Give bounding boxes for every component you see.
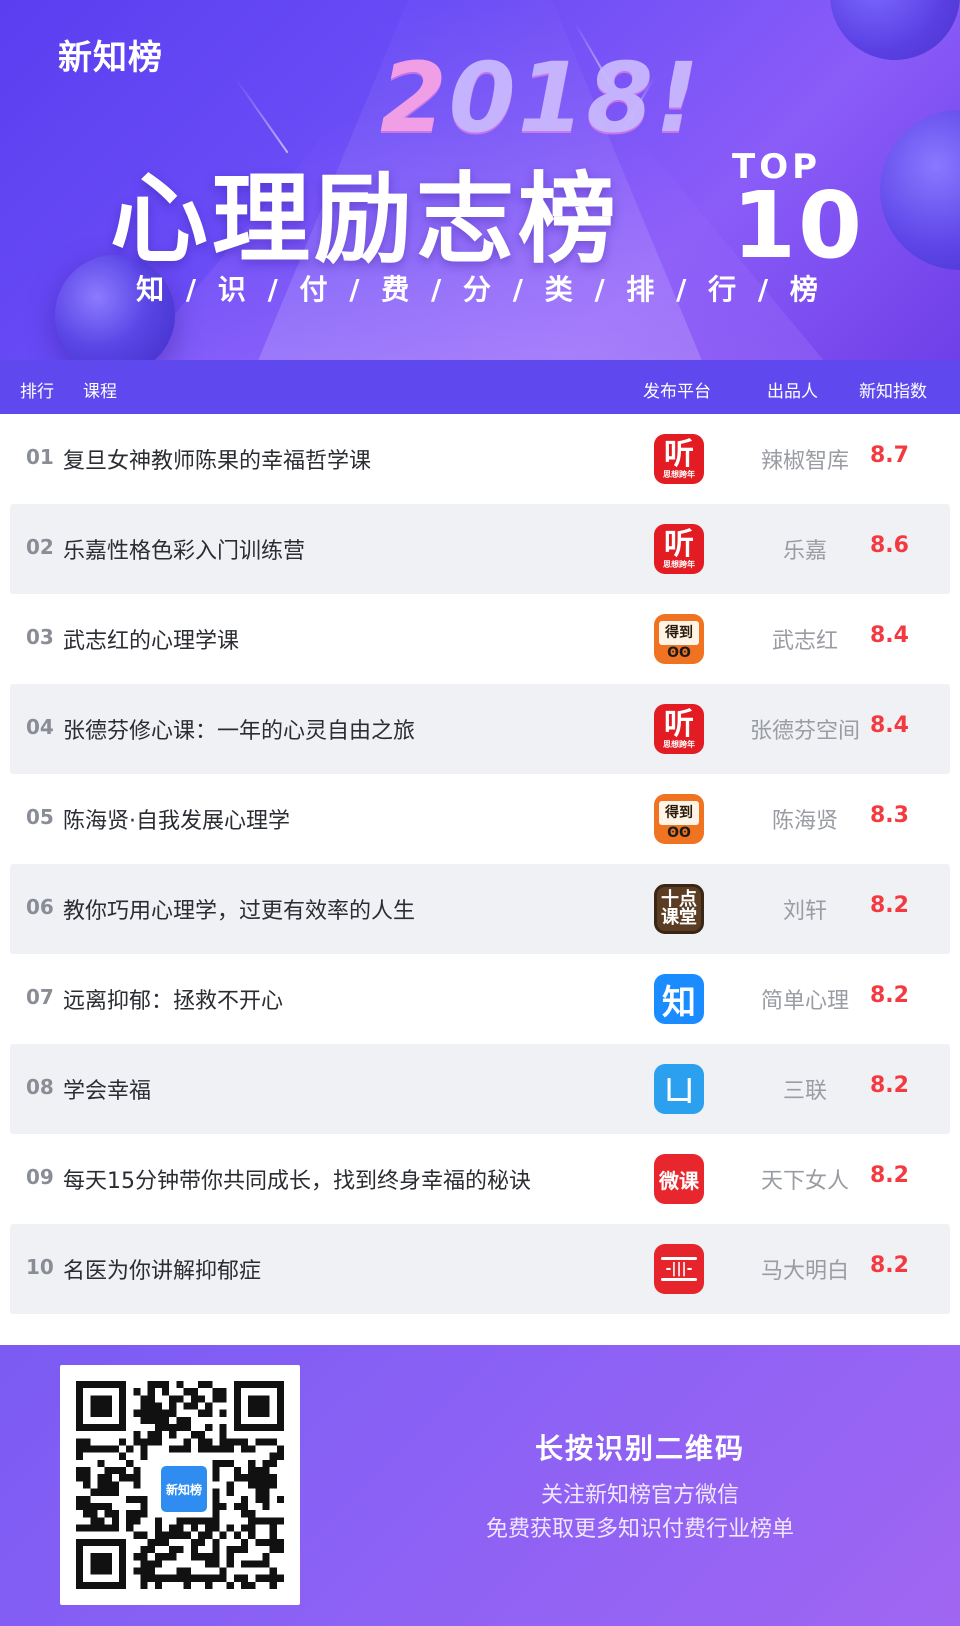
decor-sphere-top [830,0,960,60]
header-publisher: 出品人 [767,382,818,402]
row-rank: 03 [26,625,54,649]
year-label: 2018! [380,42,701,154]
owl-icon: ʘʘ [667,825,691,841]
table-row[interactable]: 06 教你巧用心理学，过更有效率的人生 十点 课堂 刘轩 8.2 [10,864,950,954]
row-rank: 04 [26,715,54,739]
row-score: 8.2 [870,983,909,1008]
owl-icon: ʘʘ [667,645,691,661]
waveform-icon: -|||- [665,1261,693,1277]
audio-icon[interactable]: -|||- [654,1244,704,1294]
row-course[interactable]: 远离抑郁：拯救不开心 [63,983,283,1015]
page-subtitle: 知 / 识 / 付 / 费 / 分 / 类 / 排 / 行 / 榜 [136,273,824,306]
dedao-icon[interactable]: 得到 ʘʘ [654,794,704,844]
header-score: 新知指数 [859,382,927,402]
table-row[interactable]: 05 陈海贤·自我发展心理学 得到 ʘʘ 陈海贤 8.3 [10,774,950,864]
dedao-board: 得到 [659,801,699,825]
sanlian-icon[interactable]: 凵 [654,1064,704,1114]
row-score: 8.2 [870,1253,909,1278]
year-rest: 018! [448,42,701,154]
table-row[interactable]: 03 武志红的心理学课 得到 ʘʘ 武志红 8.4 [10,594,950,684]
row-rank: 09 [26,1165,54,1189]
table-row[interactable]: 02 乐嘉性格色彩入门训练营 听 思想跨年 乐嘉 8.6 [10,504,950,594]
table-row[interactable]: 08 学会幸福 凵 三联 8.2 [10,1044,950,1134]
weike-icon[interactable]: 微课 [654,1154,704,1204]
page-title: 心理励志榜 [110,163,621,277]
ting-icon[interactable]: 听 思想跨年 [654,524,704,574]
footer: 新知榜 长按识别二维码 关注新知榜官方微信 免费获取更多知识付费行业榜单 [0,1345,960,1626]
row-rank: 05 [26,805,54,829]
row-rank: 08 [26,1075,54,1099]
zhihu-icon[interactable]: 知 [654,974,704,1024]
table-row[interactable]: 10 名医为你讲解抑郁症 -|||- 马大明白 8.2 [10,1224,950,1314]
row-score: 8.7 [870,443,909,468]
row-score: 8.2 [870,1073,909,1098]
row-rank: 07 [26,985,54,1009]
dedao-icon[interactable]: 得到 ʘʘ [654,614,704,664]
row-course[interactable]: 复旦女神教师陈果的幸福哲学课 [63,443,371,475]
row-rank: 06 [26,895,54,919]
audio-bar [661,1257,697,1260]
row-rank: 01 [26,445,54,469]
row-rank: 02 [26,535,54,559]
ting-caption: 思想跨年 [663,559,695,569]
row-rank: 10 [26,1255,54,1279]
header-platform: 发布平台 [643,382,711,402]
decor-sphere-right [880,110,960,270]
ting-caption: 思想跨年 [663,469,695,479]
cta-title: 长按识别二维码 [534,1432,745,1465]
shidian-ketang-icon[interactable]: 十点 课堂 [654,884,704,934]
table-row[interactable]: 01 复旦女神教师陈果的幸福哲学课 听 思想跨年 辣椒智库 8.7 [10,414,950,504]
row-course[interactable]: 张德芬修心课：一年的心灵自由之旅 [63,713,415,745]
header-rank: 排行 [20,382,54,402]
row-score: 8.6 [870,533,909,558]
ting-icon[interactable]: 听 思想跨年 [654,434,704,484]
row-score: 8.4 [870,623,909,648]
row-course[interactable]: 教你巧用心理学，过更有效率的人生 [63,893,415,925]
table-header: 排行 课程 发布平台 出品人 新知指数 [0,360,960,414]
top-number: 10 [732,172,865,279]
row-course[interactable]: 名医为你讲解抑郁症 [63,1253,261,1285]
qr-code[interactable]: 新知榜 [60,1365,300,1605]
ting-caption: 思想跨年 [663,739,695,749]
header-course: 课程 [83,382,117,402]
brand-logo: 新知榜 [58,38,163,78]
hero-banner: 新知榜 2018! 心理励志榜 TOP 10 知 / 识 / 付 / 费 / 分… [0,0,960,360]
row-score: 8.2 [870,1163,909,1188]
dedao-board: 得到 [659,621,699,645]
row-score: 8.2 [870,893,909,918]
row-score: 8.4 [870,713,909,738]
audio-bar [661,1278,697,1281]
ting-icon[interactable]: 听 思想跨年 [654,704,704,754]
row-course[interactable]: 乐嘉性格色彩入门训练营 [63,533,305,565]
top10-badge: TOP 10 [732,150,864,272]
row-course[interactable]: 武志红的心理学课 [63,623,239,655]
ting-glyph: 听 [664,526,694,562]
table-row[interactable]: 09 每天15分钟带你共同成长，找到终身幸福的秘诀 微课 天下女人 8.2 [10,1134,950,1224]
table-row[interactable]: 04 张德芬修心课：一年的心灵自由之旅 听 思想跨年 张德芬空间 8.4 [10,684,950,774]
shidian-bottom: 课堂 [661,907,697,928]
row-score: 8.3 [870,803,909,828]
row-course[interactable]: 学会幸福 [63,1073,151,1105]
row-course[interactable]: 陈海贤·自我发展心理学 [63,803,290,835]
ting-glyph: 听 [664,436,694,472]
qr-brand-logo: 新知榜 [158,1463,210,1515]
row-course[interactable]: 每天15分钟带你共同成长，找到终身幸福的秘诀 [63,1163,531,1195]
ting-glyph: 听 [664,706,694,742]
cta-line2: 免费获取更多知识付费行业榜单 [485,1517,794,1542]
cta-line1: 关注新知榜官方微信 [540,1483,739,1508]
table-row[interactable]: 07 远离抑郁：拯救不开心 知 简单心理 8.2 [10,954,950,1044]
